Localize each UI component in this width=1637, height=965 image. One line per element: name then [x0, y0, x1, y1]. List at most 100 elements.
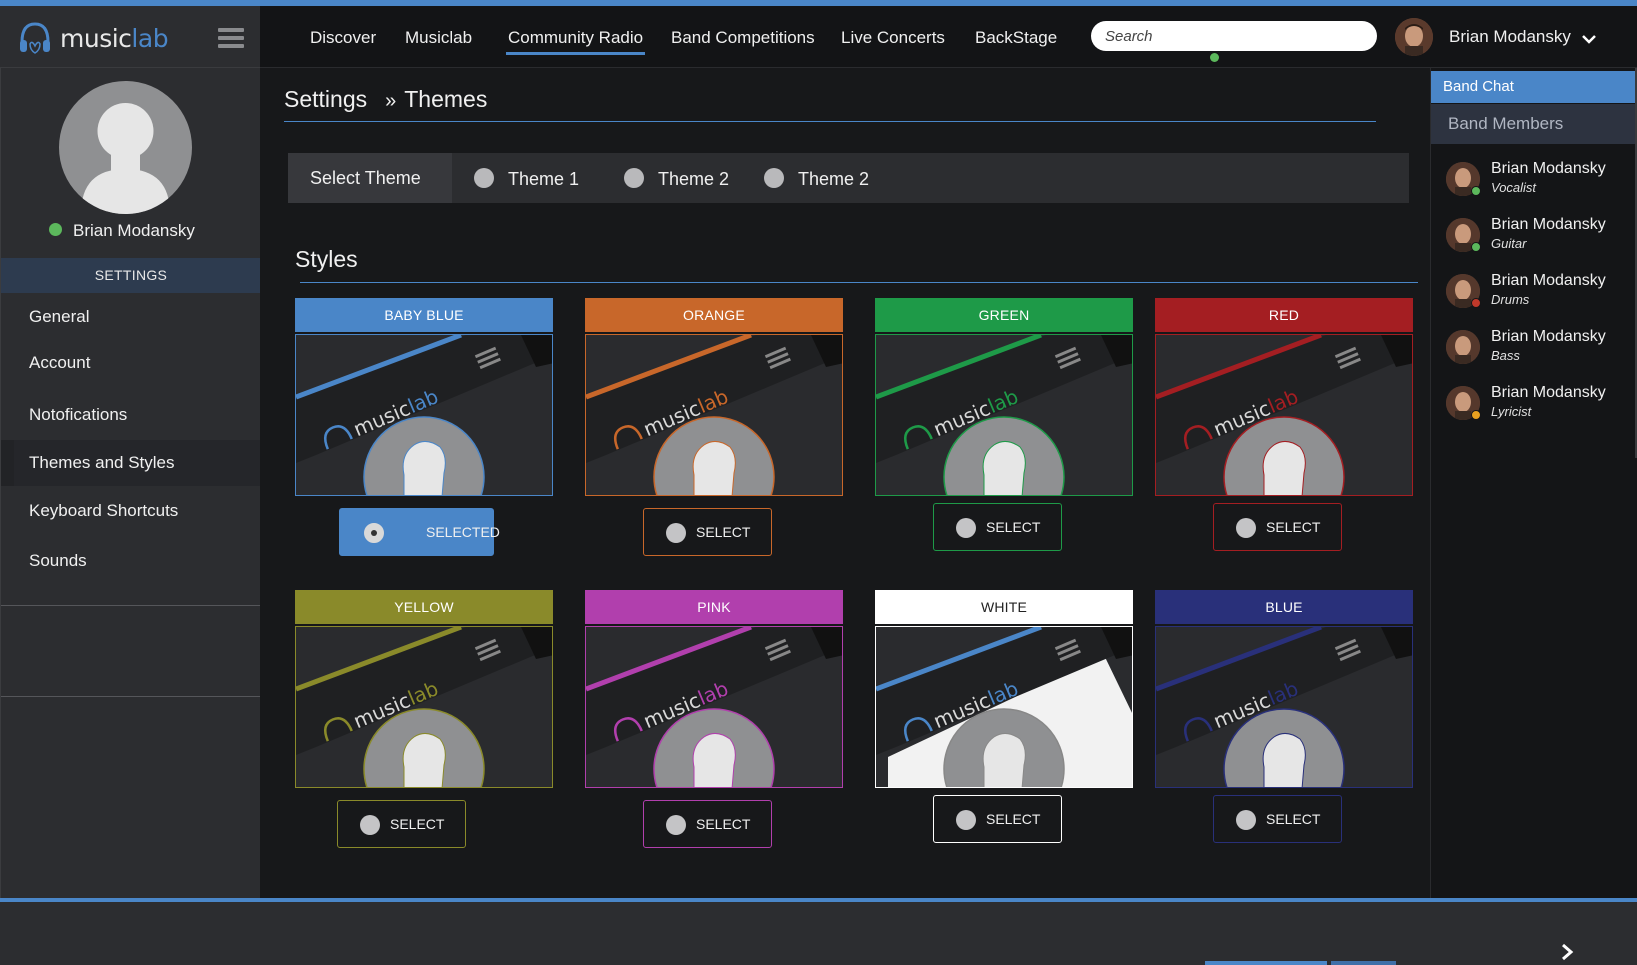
band-member-item[interactable]: Brian Modansky Vocalist — [1431, 160, 1637, 208]
radio-icon — [956, 518, 976, 538]
default-avatar-icon[interactable] — [59, 81, 192, 214]
theme-option-2[interactable]: Theme 2 — [624, 153, 729, 203]
member-name: Brian Modansky — [1491, 272, 1606, 289]
select-button-label: SELECT — [1266, 519, 1321, 535]
theme-preview-graphic: musiclab — [876, 627, 1132, 787]
top-navigation: Discover Musiclab Community Radio Band C… — [260, 6, 1637, 68]
settings-header: SETTINGS — [1, 258, 261, 293]
online-status-dot — [49, 223, 62, 236]
member-status-dot — [1471, 410, 1481, 420]
band-members-header: Band Members — [1431, 104, 1637, 144]
sidebar-item-general[interactable]: General — [1, 294, 261, 340]
select-button-label: SELECT — [1266, 811, 1321, 827]
style-card[interactable]: GREEN musiclab — [875, 298, 1133, 496]
select-style-button[interactable]: SELECT — [933, 503, 1062, 551]
style-card[interactable]: YELLOW musiclab — [295, 590, 553, 788]
breadcrumb-separator: » — [385, 90, 397, 112]
logo-area: musiclab — [0, 6, 260, 68]
member-status-dot — [1471, 186, 1481, 196]
logo-text[interactable]: musiclab — [60, 24, 169, 53]
theme-preview-graphic: musiclab — [1156, 335, 1412, 495]
band-member-item[interactable]: Brian Modansky Guitar — [1431, 216, 1637, 264]
style-card-title: GREEN — [875, 298, 1133, 332]
style-card-title: ORANGE — [585, 298, 843, 332]
style-preview-image[interactable]: musiclab — [875, 334, 1133, 496]
select-style-button[interactable]: SELECT — [643, 800, 772, 848]
nav-backstage[interactable]: BackStage — [975, 28, 1057, 48]
search-input[interactable] — [1091, 21, 1377, 51]
style-preview-image[interactable]: musiclab — [1155, 626, 1413, 788]
band-chat-tab[interactable]: Band Chat — [1431, 71, 1637, 103]
select-style-button[interactable]: SELECT — [1213, 795, 1342, 843]
radio-icon — [364, 523, 384, 543]
style-preview-image[interactable]: musiclab — [1155, 334, 1413, 496]
sidebar-divider — [1, 696, 261, 697]
style-preview-image[interactable]: musiclab — [875, 626, 1133, 788]
footer-bar — [0, 902, 1637, 965]
select-button-label: SELECT — [986, 811, 1041, 827]
chevron-right-icon[interactable] — [1558, 943, 1576, 961]
chevron-down-icon[interactable] — [1582, 32, 1596, 46]
style-preview-image[interactable]: musiclab — [295, 626, 553, 788]
sidebar-item-keyboard-shortcuts[interactable]: Keyboard Shortcuts — [1, 488, 261, 534]
select-style-button[interactable]: SELECT — [1213, 503, 1342, 551]
sidebar-item-sounds[interactable]: Sounds — [1, 538, 261, 584]
select-style-button[interactable]: SELECT — [337, 800, 466, 848]
sidebar-item-themes-and-styles[interactable]: Themes and Styles — [1, 440, 261, 486]
theme-option-3[interactable]: Theme 2 — [764, 153, 869, 203]
style-preview-image[interactable]: musiclab — [295, 334, 553, 496]
user-avatar[interactable] — [1395, 18, 1433, 56]
radio-icon[interactable] — [474, 168, 494, 188]
radio-icon[interactable] — [624, 168, 644, 188]
nav-discover[interactable]: Discover — [310, 28, 376, 48]
nav-musiclab[interactable]: Musiclab — [405, 28, 472, 48]
radio-icon — [1236, 518, 1256, 538]
style-card[interactable]: PINK musiclab — [585, 590, 843, 788]
breadcrumb-root[interactable]: Settings — [284, 86, 367, 112]
nav-community-radio[interactable]: Community Radio — [505, 28, 646, 55]
style-card-title: YELLOW — [295, 590, 553, 624]
selected-style-button[interactable]: SELECTED — [339, 508, 500, 556]
nav-band-competitions[interactable]: Band Competitions — [671, 28, 815, 48]
theme-selector: Select Theme Theme 1 Theme 2 Theme 2 — [288, 153, 1409, 203]
style-card-title: PINK — [585, 590, 843, 624]
style-card[interactable]: WHITE musiclab — [875, 590, 1133, 788]
select-button-label: SELECT — [390, 816, 445, 832]
footer-progress-segment — [1205, 961, 1327, 965]
theme-preview-graphic: musiclab — [296, 627, 552, 787]
left-sidebar: Brian Modansky SETTINGS General Account … — [0, 68, 261, 900]
styles-title: Styles — [295, 246, 358, 272]
radio-icon[interactable] — [764, 168, 784, 188]
style-card-title: RED — [1155, 298, 1413, 332]
sidebar-item-account[interactable]: Account — [1, 340, 261, 386]
radio-icon — [666, 523, 686, 543]
style-card[interactable]: BABY BLUE musiclab — [295, 298, 553, 496]
breadcrumb-current: Themes — [404, 86, 488, 112]
member-name: Brian Modansky — [1491, 384, 1606, 401]
style-card[interactable]: RED musiclab — [1155, 298, 1413, 496]
user-name[interactable]: Brian Modansky — [1449, 27, 1571, 47]
select-style-button[interactable]: SELECT — [643, 508, 772, 556]
member-status-dot — [1471, 242, 1481, 252]
theme-preview-graphic: musiclab — [586, 627, 842, 787]
theme-option-1[interactable]: Theme 1 — [474, 153, 579, 203]
headphones-logo-icon — [20, 22, 50, 54]
nav-live-concerts[interactable]: Live Concerts — [841, 28, 945, 48]
style-card[interactable]: ORANGE musiclab — [585, 298, 843, 496]
theme-preview-graphic: musiclab — [876, 335, 1132, 495]
style-preview-image[interactable]: musiclab — [585, 334, 843, 496]
style-card[interactable]: BLUE musiclab — [1155, 590, 1413, 788]
select-theme-label: Select Theme — [288, 153, 452, 203]
band-member-item[interactable]: Brian Modansky Lyricist — [1431, 384, 1637, 432]
member-status-dot — [1471, 298, 1481, 308]
member-name: Brian Modansky — [1491, 160, 1606, 177]
hamburger-menu-icon[interactable] — [218, 28, 244, 50]
band-member-item[interactable]: Brian Modansky Bass — [1431, 328, 1637, 376]
member-name: Brian Modansky — [1491, 328, 1606, 345]
band-member-item[interactable]: Brian Modansky Drums — [1431, 272, 1637, 320]
member-avatar — [1446, 330, 1480, 364]
style-preview-image[interactable]: musiclab — [585, 626, 843, 788]
select-button-label: SELECTED — [426, 524, 500, 540]
sidebar-item-notifications[interactable]: Notofications — [1, 392, 261, 438]
select-style-button[interactable]: SELECT — [933, 795, 1062, 843]
